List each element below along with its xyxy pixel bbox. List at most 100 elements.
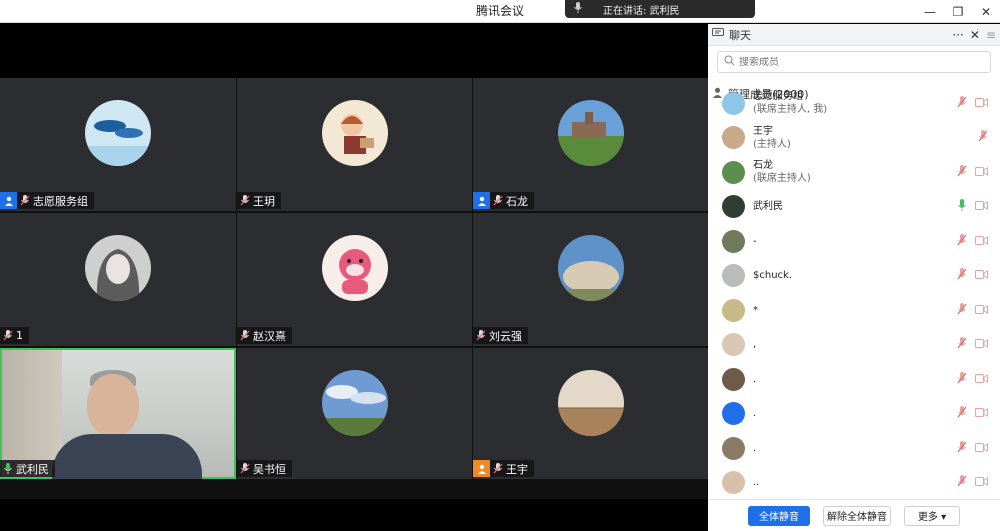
search-input[interactable] <box>739 56 969 68</box>
mic-muted-icon[interactable] <box>957 406 967 421</box>
member-status-icons <box>957 466 988 501</box>
member-row[interactable]: , <box>708 328 1000 363</box>
member-row[interactable]: . <box>708 362 1000 397</box>
member-text: - <box>753 235 757 248</box>
camera-off-icon[interactable] <box>975 166 988 179</box>
member-row[interactable]: 石龙 (联席主持人) <box>708 155 1000 190</box>
nametag: 刘云强 <box>473 327 528 344</box>
member-role: (联席主持人) <box>753 173 811 185</box>
close-icon[interactable]: ✕ <box>970 28 980 42</box>
member-text: 石龙 (联席主持人) <box>753 159 811 185</box>
window-controls: — ❐ ✕ <box>916 0 1000 23</box>
mic-muted-icon[interactable] <box>978 130 988 145</box>
member-row[interactable]: . <box>708 431 1000 466</box>
tab-chat[interactable]: 聊天 <box>708 24 842 45</box>
mic-muted-icon[interactable] <box>957 164 967 180</box>
mic-muted-icon[interactable] <box>957 95 967 111</box>
member-status-icons <box>957 259 988 294</box>
mic-muted-icon <box>237 460 253 477</box>
mic-muted-icon[interactable] <box>957 268 967 283</box>
member-status-icons <box>957 293 988 328</box>
avatar <box>558 235 624 301</box>
mic-muted-icon[interactable] <box>957 233 967 249</box>
video-tile[interactable]: 刘云强 <box>473 213 709 346</box>
member-text: 王宇 (主持人) <box>753 125 791 151</box>
member-avatar <box>722 298 745 322</box>
camera-off-icon[interactable] <box>975 373 988 386</box>
mic-muted-icon <box>490 192 506 209</box>
mic-muted-icon <box>473 327 489 344</box>
member-name: 志愿服务组 <box>753 91 803 103</box>
member-row[interactable]: . <box>708 397 1000 432</box>
mic-muted-icon[interactable] <box>957 302 967 318</box>
member-name: 石龙 <box>753 160 773 172</box>
member-name: 王宇 <box>753 125 773 137</box>
member-row[interactable]: 志愿服务组 (联席主持人, 我) <box>708 86 1000 121</box>
avatar <box>321 235 388 301</box>
mic-muted-icon[interactable] <box>957 337 967 352</box>
video-grid: 志愿服务组 王玥 石龙 1 赵汉熹 刘云强 武利民 吴书恒 王宇 <box>0 78 709 499</box>
nametag: 1 <box>0 327 29 344</box>
members-panel: 聊天 管理成员(2000) ··· ✕ ≡ 志愿服务组(联席主持人, 我)王宇(… <box>708 24 1000 531</box>
camera-off-icon[interactable] <box>975 476 988 489</box>
member-avatar <box>722 229 745 253</box>
participant-name: 王玥 <box>253 194 275 208</box>
camera-off-icon[interactable] <box>975 235 988 248</box>
member-status-icons <box>957 155 988 190</box>
member-row[interactable]: * <box>708 293 1000 328</box>
mic-active-icon[interactable] <box>957 199 967 214</box>
mic-muted-icon[interactable] <box>957 371 967 387</box>
member-row[interactable]: 武利民 <box>708 190 1000 225</box>
nametag: 吴书恒 <box>237 460 292 477</box>
camera-off-icon[interactable] <box>975 97 988 110</box>
member-avatar <box>722 436 745 460</box>
avatar <box>321 100 388 166</box>
video-tile[interactable]: 石龙 <box>473 78 709 211</box>
mic-muted-icon <box>237 327 253 344</box>
video-tile[interactable]: 赵汉熹 <box>237 213 472 346</box>
camera-off-icon[interactable] <box>975 338 988 351</box>
menu-icon[interactable]: ≡ <box>986 28 996 42</box>
panel-tabs: 聊天 管理成员(2000) ··· ✕ ≡ <box>708 24 1000 102</box>
member-row[interactable]: $chuck. <box>708 259 1000 294</box>
mic-muted-icon <box>17 192 33 209</box>
member-list: 志愿服务组 (联席主持人, 我) 王宇 (主持人) 石龙 (联席主持人) 武利民 - $chuc… <box>708 86 1000 500</box>
member-name: , <box>753 339 757 351</box>
nametag: 武利民 <box>0 460 55 477</box>
mute-all-button[interactable]: 全体静音 <box>748 505 810 526</box>
member-row[interactable]: .. <box>708 466 1000 501</box>
participant-name: 志愿服务组 <box>33 194 88 208</box>
panel-actions: ··· ✕ ≡ <box>952 24 1000 46</box>
member-row[interactable]: - <box>708 224 1000 259</box>
camera-off-icon[interactable] <box>975 442 988 455</box>
camera-off-icon[interactable] <box>975 304 988 317</box>
more-button[interactable]: 更多 ▾ <box>904 505 960 526</box>
mic-muted-icon <box>490 460 506 477</box>
close-window-button[interactable]: ✕ <box>972 0 1000 23</box>
member-search[interactable] <box>717 51 991 73</box>
mic-muted-icon[interactable] <box>957 475 967 490</box>
member-avatar <box>722 195 745 219</box>
nametag: 赵汉熹 <box>237 327 292 344</box>
mic-muted-icon[interactable] <box>957 440 967 456</box>
camera-off-icon[interactable] <box>975 407 988 420</box>
video-tile[interactable]: 1 <box>0 213 236 346</box>
camera-off-icon[interactable] <box>975 269 988 282</box>
video-tile[interactable]: 吴书恒 <box>237 348 472 479</box>
unmute-all-button[interactable]: 解除全体静音 <box>823 505 891 526</box>
video-tile-active-speaker[interactable]: 武利民 <box>0 348 236 479</box>
mic-active-icon <box>0 460 16 477</box>
video-tile[interactable]: 王玥 <box>237 78 472 211</box>
minimize-button[interactable]: — <box>916 0 944 23</box>
member-status-icons <box>957 190 988 225</box>
video-tile[interactable]: 王宇 <box>473 348 709 479</box>
more-icon[interactable]: ··· <box>952 28 963 42</box>
nametag: 石龙 <box>473 192 534 209</box>
participant-name: 王宇 <box>506 462 528 476</box>
camera-off-icon[interactable] <box>975 200 988 213</box>
restore-button[interactable]: ❐ <box>944 0 972 23</box>
member-text: 志愿服务组 (联席主持人, 我) <box>753 90 827 116</box>
video-tile[interactable]: 志愿服务组 <box>0 78 236 211</box>
host-icon <box>473 192 490 209</box>
member-row[interactable]: 王宇 (主持人) <box>708 121 1000 156</box>
